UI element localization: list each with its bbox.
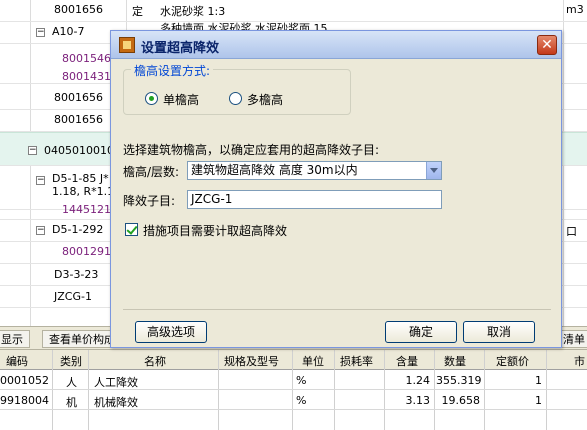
eave-select-value: 建筑物超高降效 高度 30m以内 [191, 163, 358, 177]
cell-category: 人 [66, 376, 77, 389]
dialog-titlebar[interactable]: 设置超高降效 ✕ [111, 31, 561, 59]
sub-item-label: 降效子目: [123, 194, 176, 208]
grid-separator [292, 350, 293, 430]
tree-row[interactable]: 8001656 定 水泥砂浆 1:3 m3 [0, 0, 587, 22]
radio-button-icon[interactable] [229, 92, 242, 105]
instruction-text: 选择建筑物檐高，以确定应套用的超高降效子目: [123, 143, 380, 157]
tree-row-code: JZCG-1 [54, 290, 92, 303]
grid-header-qty[interactable]: 数量 [444, 353, 466, 369]
cell-price: 1 [535, 374, 542, 387]
grid-header-category[interactable]: 类别 [60, 353, 82, 369]
dialog-divider [123, 309, 551, 310]
cell-qty: 19.658 [441, 394, 481, 407]
cell-code: 0001052 [0, 374, 49, 387]
eave-select[interactable]: 建筑物超高降效 高度 30m以内 [187, 161, 442, 180]
tree-row-code: 8001431 [62, 70, 111, 83]
cell-name: 人工降效 [94, 376, 138, 389]
grid-separator [484, 350, 485, 430]
cell-price: 1 [535, 394, 542, 407]
cell-code: 9918004 [0, 394, 49, 407]
grid-separator [434, 350, 435, 430]
eave-label: 檐高/层数: [123, 165, 180, 179]
grid-header-unit[interactable]: 单位 [302, 353, 324, 369]
grid-header-content[interactable]: 含量 [396, 353, 418, 369]
tree-row-code: 8001291 [62, 245, 111, 258]
table-row[interactable]: 0001052 人 人工降效 % 1.24 355.319 1 [0, 371, 587, 390]
advanced-options-button[interactable]: 高级选项 [135, 321, 207, 343]
chevron-down-icon[interactable] [426, 162, 441, 179]
tree-row-code: 1445121 [62, 203, 111, 216]
eave-mode-group-title: 檐高设置方式: [131, 62, 214, 79]
grid-separator [218, 350, 219, 430]
grid-separator [52, 350, 53, 430]
radio-button-icon[interactable] [145, 92, 158, 105]
grid-header-spec[interactable]: 规格及型号 [224, 353, 279, 369]
grid-header-name[interactable]: 名称 [144, 353, 166, 369]
cell-qty: 355.319 [436, 374, 482, 387]
cell-content: 1.24 [405, 374, 431, 387]
sub-item-value: JZCG-1 [191, 192, 233, 206]
tree-row-type: 定 [132, 5, 143, 18]
ok-button[interactable]: 确定 [385, 321, 457, 343]
measure-checkbox-label: 措施项目需要计取超高降效 [143, 224, 288, 238]
collapse-icon[interactable]: − [28, 146, 37, 155]
dialog-title: 设置超高降效 [141, 41, 220, 56]
grid-header-price[interactable]: 定额价 [496, 353, 529, 369]
cell-unit: % [296, 394, 307, 407]
tree-row-code-extra: 1.18, R*1.1 [52, 185, 115, 198]
grid-header-market[interactable]: 市 [574, 353, 585, 369]
cell-unit: % [296, 374, 307, 387]
app-icon [119, 37, 135, 53]
sub-item-field[interactable]: JZCG-1 [187, 190, 442, 209]
grid-header-loss[interactable]: 损耗率 [340, 353, 373, 369]
cancel-button[interactable]: 取消 [463, 321, 535, 343]
tree-row-glyph: 口 [566, 225, 577, 238]
close-icon[interactable]: ✕ [537, 35, 557, 55]
tree-row-code: A10-7 [52, 25, 85, 38]
tree-row-code: D5-1-292 [52, 223, 104, 236]
tab-show[interactable]: 显示 [0, 330, 30, 348]
super-height-dialog: 设置超高降效 ✕ 檐高设置方式: 单檐高 多檐高 选择建筑物檐高，以确定应套用的… [110, 30, 562, 348]
cell-content: 3.13 [405, 394, 431, 407]
collapse-icon[interactable]: − [36, 28, 45, 37]
grid-separator [334, 350, 335, 430]
grid-separator [384, 350, 385, 430]
radio-multi-label: 多檐高 [247, 93, 284, 107]
cell-name: 机械降效 [94, 396, 138, 409]
table-row[interactable]: 9918004 机 机械降效 % 3.13 19.658 1 [0, 391, 587, 410]
tree-row-code: D3-3-23 [54, 268, 99, 281]
tree-row-name: 水泥砂浆 1:3 [160, 5, 226, 18]
resource-grid: 编码 类别 名称 规格及型号 单位 损耗率 含量 数量 定额价 市 000105… [0, 350, 587, 430]
tree-row-code: 8001656 [54, 3, 103, 16]
cell-category: 机 [66, 396, 77, 409]
collapse-icon[interactable]: − [36, 176, 45, 185]
grid-separator [546, 350, 547, 430]
radio-single-label: 单檐高 [163, 93, 200, 107]
grid-separator [88, 350, 89, 430]
tree-row-code: 8001656 [54, 113, 103, 126]
measure-checkbox[interactable] [125, 223, 138, 236]
tree-row-code: D5-1-85 J* [52, 172, 109, 185]
grid-header-code[interactable]: 编码 [6, 353, 28, 369]
tree-row-code: 8001656 [54, 91, 103, 104]
collapse-icon[interactable]: − [36, 226, 45, 235]
tree-row-unit: m3 [566, 3, 584, 16]
